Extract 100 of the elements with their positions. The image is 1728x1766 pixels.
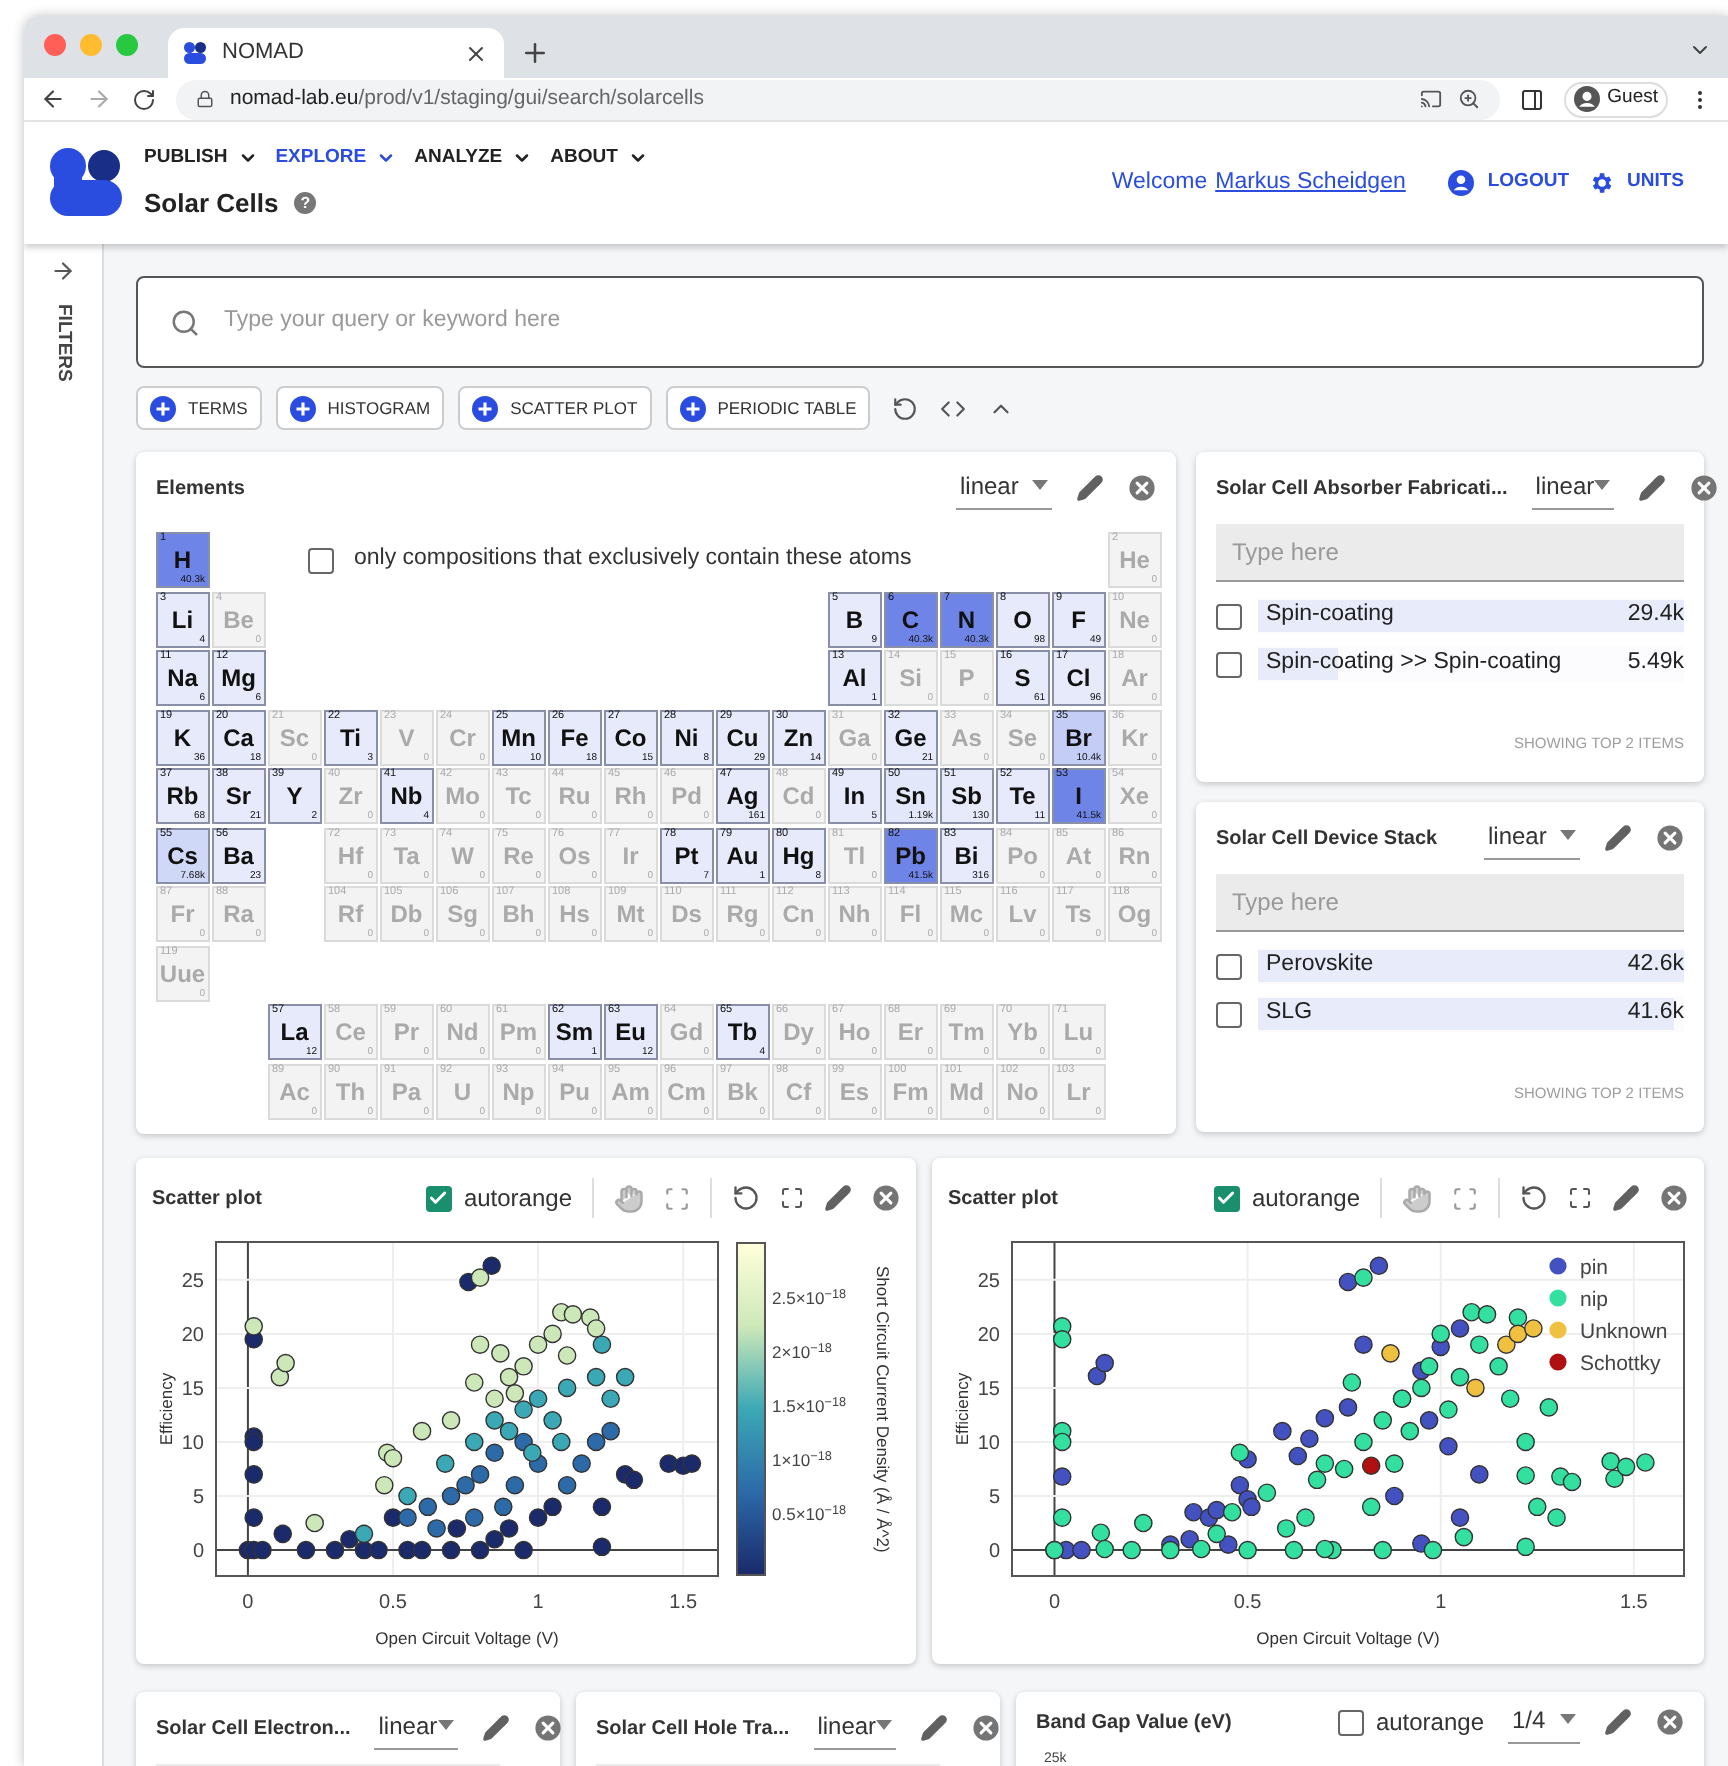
scale-select[interactable]: linear — [956, 467, 1052, 509]
url-text: nomad-lab.eu/prod/v1/staging/gui/search/solarcells — [230, 83, 706, 114]
filter-input-field[interactable]: Type here — [1216, 874, 1684, 932]
edit-icon[interactable] — [1638, 474, 1667, 502]
new-tab-icon[interactable] — [520, 38, 550, 68]
reload-icon[interactable] — [132, 87, 156, 111]
edit-icon[interactable] — [1612, 1184, 1640, 1212]
term-label[interactable]: Spin-coating >> Spin-coating — [1266, 646, 1562, 682]
close-icon[interactable] — [1656, 1708, 1684, 1736]
term-label[interactable]: Perovskite — [1266, 948, 1374, 984]
cast-icon[interactable] — [1419, 88, 1442, 110]
checkbox[interactable] — [1213, 1185, 1240, 1211]
legend-label[interactable]: Unknown — [1580, 1320, 1668, 1344]
checkbox[interactable] — [1216, 603, 1242, 629]
search-field[interactable]: Type your query or keyword here — [136, 276, 1704, 368]
autorange-label: autorange — [1375, 1706, 1484, 1740]
checkbox[interactable] — [1216, 651, 1242, 677]
scale-select[interactable]: 1/4 — [1508, 1701, 1580, 1743]
close-icon[interactable] — [533, 1714, 562, 1742]
units-button[interactable]: UNITS — [1587, 168, 1684, 198]
add-widget-button[interactable]: SCATTER PLOT — [458, 386, 652, 430]
caret-icon — [1560, 830, 1576, 840]
side-panel-icon[interactable] — [1519, 87, 1544, 111]
filter-input-field[interactable]: Type here — [1216, 524, 1684, 582]
edit-icon[interactable] — [1604, 824, 1632, 852]
colorbar-tick-label: 0.5×10$^{−18}$ — [772, 1506, 847, 1523]
nav-menu[interactable]: ANALYZE — [414, 143, 533, 172]
zoom-select-icon[interactable] — [664, 1185, 690, 1211]
add-icon — [150, 395, 176, 421]
scale-select[interactable]: linear — [1531, 467, 1615, 509]
checkbox[interactable] — [1216, 1001, 1242, 1027]
edit-icon[interactable] — [1076, 474, 1104, 502]
caret-icon — [1560, 1714, 1576, 1724]
axis-tick-label: 0 — [242, 1592, 254, 1614]
code-icon[interactable] — [940, 395, 967, 421]
widget-title: Scatter plot — [152, 1185, 265, 1213]
nav-menu[interactable]: PUBLISH — [144, 143, 258, 172]
settings-icon — [1587, 170, 1613, 196]
reset-icon[interactable] — [892, 395, 919, 421]
legend-label[interactable]: nip — [1580, 1288, 1609, 1312]
checkbox[interactable] — [1337, 1709, 1364, 1735]
address-bar[interactable]: nomad-lab.eu/prod/v1/staging/gui/search/solarcells — [176, 79, 1500, 119]
term-label[interactable]: SLG — [1266, 996, 1313, 1032]
close-icon[interactable] — [1128, 474, 1156, 502]
help-icon[interactable]: ? — [294, 192, 317, 215]
add-widget-button[interactable]: HISTOGRAM — [275, 386, 445, 430]
checkbox[interactable] — [308, 547, 334, 573]
close-icon[interactable] — [872, 1184, 900, 1212]
nav-menu[interactable]: ABOUT — [550, 143, 648, 172]
logout-button[interactable]: LOGOUT — [1447, 168, 1569, 198]
legend-label[interactable]: pin — [1580, 1256, 1609, 1280]
edit-icon[interactable] — [824, 1184, 852, 1212]
checkbox[interactable] — [1216, 953, 1242, 979]
widget-title: Elements — [156, 475, 247, 503]
edit-icon[interactable] — [1604, 1708, 1632, 1736]
fullscreen-icon[interactable] — [1568, 1186, 1592, 1210]
expand-icon[interactable] — [50, 258, 76, 284]
scale-select[interactable]: linear — [374, 1707, 458, 1749]
x-axis-title: Open Circuit Voltage (V) — [1256, 1628, 1440, 1648]
close-icon[interactable] — [1656, 824, 1684, 852]
y-axis-title: Efficiency — [952, 1372, 972, 1446]
user-link[interactable]: Markus Scheidgen — [1215, 165, 1406, 201]
filters-toggle[interactable]: FILTERS — [48, 304, 78, 382]
fullscreen-icon[interactable] — [780, 1186, 804, 1210]
browser-tab[interactable]: NOMAD — [168, 28, 504, 78]
welcome-text: Welcome — [1111, 167, 1208, 198]
term-label[interactable]: Spin-coating — [1266, 598, 1394, 634]
zoom-icon[interactable] — [1457, 88, 1480, 110]
close-icon[interactable] — [972, 1714, 1001, 1742]
checkbox[interactable] — [425, 1185, 452, 1211]
scale-select[interactable]: linear — [1484, 817, 1580, 859]
close-icon[interactable] — [1660, 1184, 1688, 1212]
axis-tick-label: 15 — [977, 1378, 1000, 1401]
axis-tick-label: 1.5 — [669, 1592, 698, 1614]
axis-tick-label: 25 — [977, 1270, 1000, 1293]
reset-icon[interactable] — [732, 1184, 760, 1212]
axis-tick-label: 0.5 — [1233, 1592, 1262, 1614]
axis-tick-label: 5 — [988, 1487, 1000, 1509]
caret-icon — [876, 1720, 893, 1730]
close-icon[interactable] — [1690, 474, 1719, 502]
widget-title: Band Gap Value (eV) — [1036, 1709, 1234, 1737]
add-widget-button[interactable]: PERIODIC TABLE — [665, 386, 871, 430]
axis-tick-label: 20 — [181, 1324, 204, 1347]
scale-select[interactable]: linear — [813, 1707, 897, 1749]
zoom-select-icon[interactable] — [1452, 1185, 1478, 1211]
colorbar-tick-label: 2×10$^{−18}$ — [772, 1344, 832, 1361]
edit-icon[interactable] — [920, 1714, 949, 1742]
back-icon[interactable] — [40, 86, 66, 112]
add-widget-button[interactable]: TERMS — [136, 386, 262, 430]
close-icon[interactable] — [464, 41, 488, 65]
blob-logo[interactable] — [50, 147, 122, 219]
widget-title: Solar Cell Absorber Fabricati... — [1216, 475, 1508, 503]
widget-title: Scatter plot — [948, 1185, 1061, 1213]
axis-tick-label: 10 — [977, 1432, 1000, 1455]
legend-label[interactable]: Schottky — [1580, 1352, 1661, 1376]
add-icon — [472, 395, 499, 421]
profile-button[interactable]: Guest — [1563, 81, 1668, 117]
reset-icon[interactable] — [1520, 1184, 1548, 1212]
nav-menu[interactable]: EXPLORE — [275, 143, 397, 172]
edit-icon[interactable] — [481, 1714, 510, 1742]
